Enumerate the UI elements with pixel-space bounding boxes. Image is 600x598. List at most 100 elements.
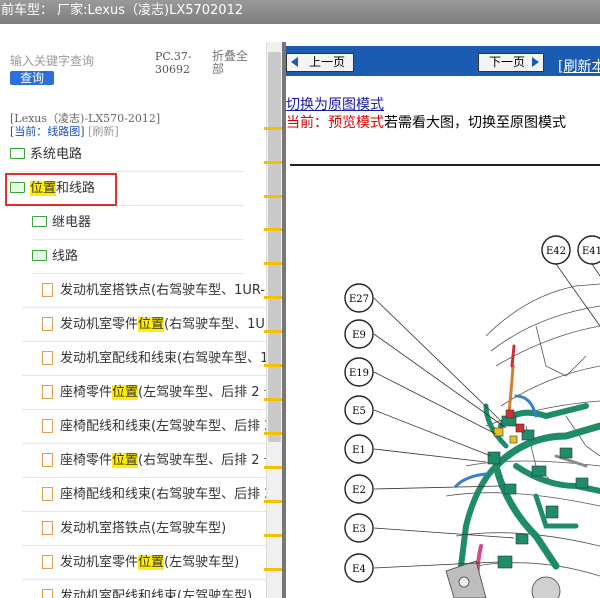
breadcrumb-refresh-link[interactable]: [刷新] — [88, 125, 119, 138]
left-panel-scrollbar[interactable] — [266, 42, 282, 598]
connector-label-text: E42 — [546, 246, 566, 257]
left-navigation-panel: 输入关键字查询 查询 PC.37- 30692 折叠全 部 [Lexus（凌志)… — [0, 42, 266, 598]
connector-label: E9 — [344, 319, 374, 349]
connector-label-text: E4 — [352, 564, 366, 575]
prev-page-button[interactable]: 上一页 — [286, 53, 355, 72]
connector-block — [503, 483, 517, 495]
connector-label: E2 — [344, 474, 374, 504]
tree-item-label-suffix: (左驾驶车型、后排 2 号 — [138, 385, 266, 400]
tree-item-label: 发动机室搭铁点(右驾驶车型、1UR-F — [60, 283, 266, 298]
page-navigation-bar: 上一页 下一页 [刷新本 — [286, 46, 600, 76]
collapse-all-link[interactable]: 折叠全 部 — [212, 50, 248, 76]
splitter-marker — [264, 364, 282, 367]
mode-hint-text: 若需看大图，切换至原图模式 — [384, 115, 566, 131]
next-page-button[interactable]: 下一页 — [478, 53, 545, 72]
tree-item-document[interactable]: 座椅零件位置(右驾驶车型、后排 2 号 — [22, 444, 266, 478]
arrow-left-icon — [291, 57, 298, 67]
tree-item-label: 座椅配线和线束(左驾驶车型、后排 2 — [60, 419, 266, 434]
next-page-label: 下一页 — [489, 55, 526, 69]
preview-mode-text: 预览模式 — [328, 115, 384, 131]
current-mode-label: 当前： — [286, 115, 328, 131]
tree-item-label-highlight: 位置 — [138, 555, 165, 570]
connector-label: E1 — [344, 434, 374, 464]
tree-item-document[interactable]: 发动机室搭铁点(右驾驶车型、1UR-F — [22, 274, 266, 308]
tree-item-document[interactable]: 发动机室配线和线束(左驾驶车型) — [22, 580, 266, 598]
document-icon — [42, 520, 53, 535]
tree-item-label: 发动机室搭铁点(左驾驶车型) — [60, 521, 227, 536]
connector-label-text: E5 — [352, 406, 366, 417]
connector-label: E5 — [344, 395, 374, 425]
tree-item-relays[interactable]: 继电器 — [32, 206, 244, 240]
toolbar-spacer — [0, 24, 600, 42]
connector-label-text: E41 — [582, 246, 600, 257]
tree-item-document[interactable]: 发动机室零件位置(左驾驶车型) — [22, 546, 266, 580]
tree-item-label: 发动机室零件 — [60, 317, 139, 332]
connector-block — [515, 423, 525, 433]
connector-label-text: E9 — [352, 330, 366, 341]
connector-blocks-yellow — [493, 427, 518, 444]
refresh-link[interactable]: [刷新本 — [558, 56, 600, 76]
scrollbar-thumb[interactable] — [268, 52, 281, 442]
tree-item-document[interactable]: 发动机室搭铁点(左驾驶车型) — [22, 512, 266, 546]
tree-item-label: 发动机室零件 — [60, 555, 139, 570]
tree-item-label: 座椅配线和线束(右驾驶车型、后排 2 — [60, 487, 266, 502]
pc-code-line2: 30692 — [155, 63, 190, 76]
tree-item-label: 线路 — [52, 249, 79, 264]
tree-item-label-highlight: 位置 — [112, 385, 139, 400]
connector-block — [497, 555, 513, 569]
splitter-marker — [264, 127, 282, 130]
connector-block — [559, 447, 573, 459]
tree-item-document[interactable]: 座椅零件位置(左驾驶车型、后排 2 号 — [22, 376, 266, 410]
current-vehicle-title: 当前车型： 厂家:Lexus（凌志)LX5702012 — [0, 3, 244, 18]
connector-block — [505, 409, 515, 419]
document-viewer: 上一页 下一页 [刷新本 切换为原图模式 当前：预览模式若需看大图，切换至原图模… — [286, 42, 600, 598]
connector-label: E27 — [344, 283, 374, 313]
breadcrumb-current: [当前：线路图] — [10, 125, 85, 138]
connector-label: E19 — [344, 357, 374, 387]
document-icon — [42, 588, 53, 598]
connector-label: E42 — [541, 235, 571, 265]
splitter-marker — [264, 330, 282, 333]
current-mode-line: 当前：预览模式若需看大图，切换至原图模式 — [286, 112, 566, 132]
tree-item-document[interactable]: 发动机室配线和线束(右驾驶车型、1 — [22, 342, 266, 376]
wire-harness — [454, 344, 600, 598]
tree-item-system-circuits[interactable]: 系统电路 — [10, 138, 244, 172]
wiring-diagram: E42 E41 E27 E9 E19 E5 E1 E2 E3 E4 — [344, 235, 600, 598]
tree-item-label-highlight: 位置 — [138, 317, 165, 332]
search-button[interactable]: 查询 — [10, 71, 55, 85]
connector-block — [531, 465, 547, 477]
tree-item-document[interactable]: 发动机室零件位置(右驾驶车型、1UF — [22, 308, 266, 342]
tree-item-label-suffix: (左驾驶车型) — [164, 555, 240, 570]
splitter-marker — [264, 568, 282, 571]
tree-item-label: 座椅零件 — [60, 385, 113, 400]
tree-item-document[interactable]: 座椅配线和线束(右驾驶车型、后排 2 — [22, 478, 266, 512]
pc-code-line1: PC.37- — [155, 50, 192, 63]
document-icon — [42, 384, 53, 399]
document-icon — [42, 452, 53, 467]
splitter-marker — [264, 228, 282, 231]
tree-item-routing[interactable]: 线路 — [32, 240, 244, 274]
connector-label-text: E3 — [352, 524, 366, 535]
switch-original-mode-link[interactable]: 切换为原图模式 — [286, 94, 384, 114]
connector-label: E4 — [344, 553, 374, 583]
splitter-marker — [264, 432, 282, 435]
splitter-marker — [264, 466, 282, 469]
tree-item-document[interactable]: 座椅配线和线束(左驾驶车型、后排 2 — [22, 410, 266, 444]
splitter-marker — [264, 398, 282, 401]
connector-label-text: E19 — [349, 368, 369, 379]
connector-block — [487, 451, 501, 465]
tree-item-label: 系统电路 — [30, 147, 83, 162]
document-icon — [42, 486, 53, 501]
search-input[interactable]: 输入关键字查询 — [10, 52, 145, 69]
tree-item-label: 座椅零件 — [60, 453, 113, 468]
tree-item-label-suffix: (右驾驶车型、1UF — [164, 317, 266, 332]
document-icon — [42, 350, 53, 365]
breadcrumb: [Lexus（凌志)-LX570-2012] [当前：线路图] [刷新] — [10, 112, 160, 138]
connector-block — [575, 477, 589, 489]
connector-block — [493, 427, 504, 437]
connector-label: E41 — [577, 235, 600, 265]
splitter-marker — [264, 296, 282, 299]
connector-block — [515, 533, 529, 545]
folder-icon — [32, 216, 47, 227]
connector-label-text: E27 — [349, 294, 369, 305]
